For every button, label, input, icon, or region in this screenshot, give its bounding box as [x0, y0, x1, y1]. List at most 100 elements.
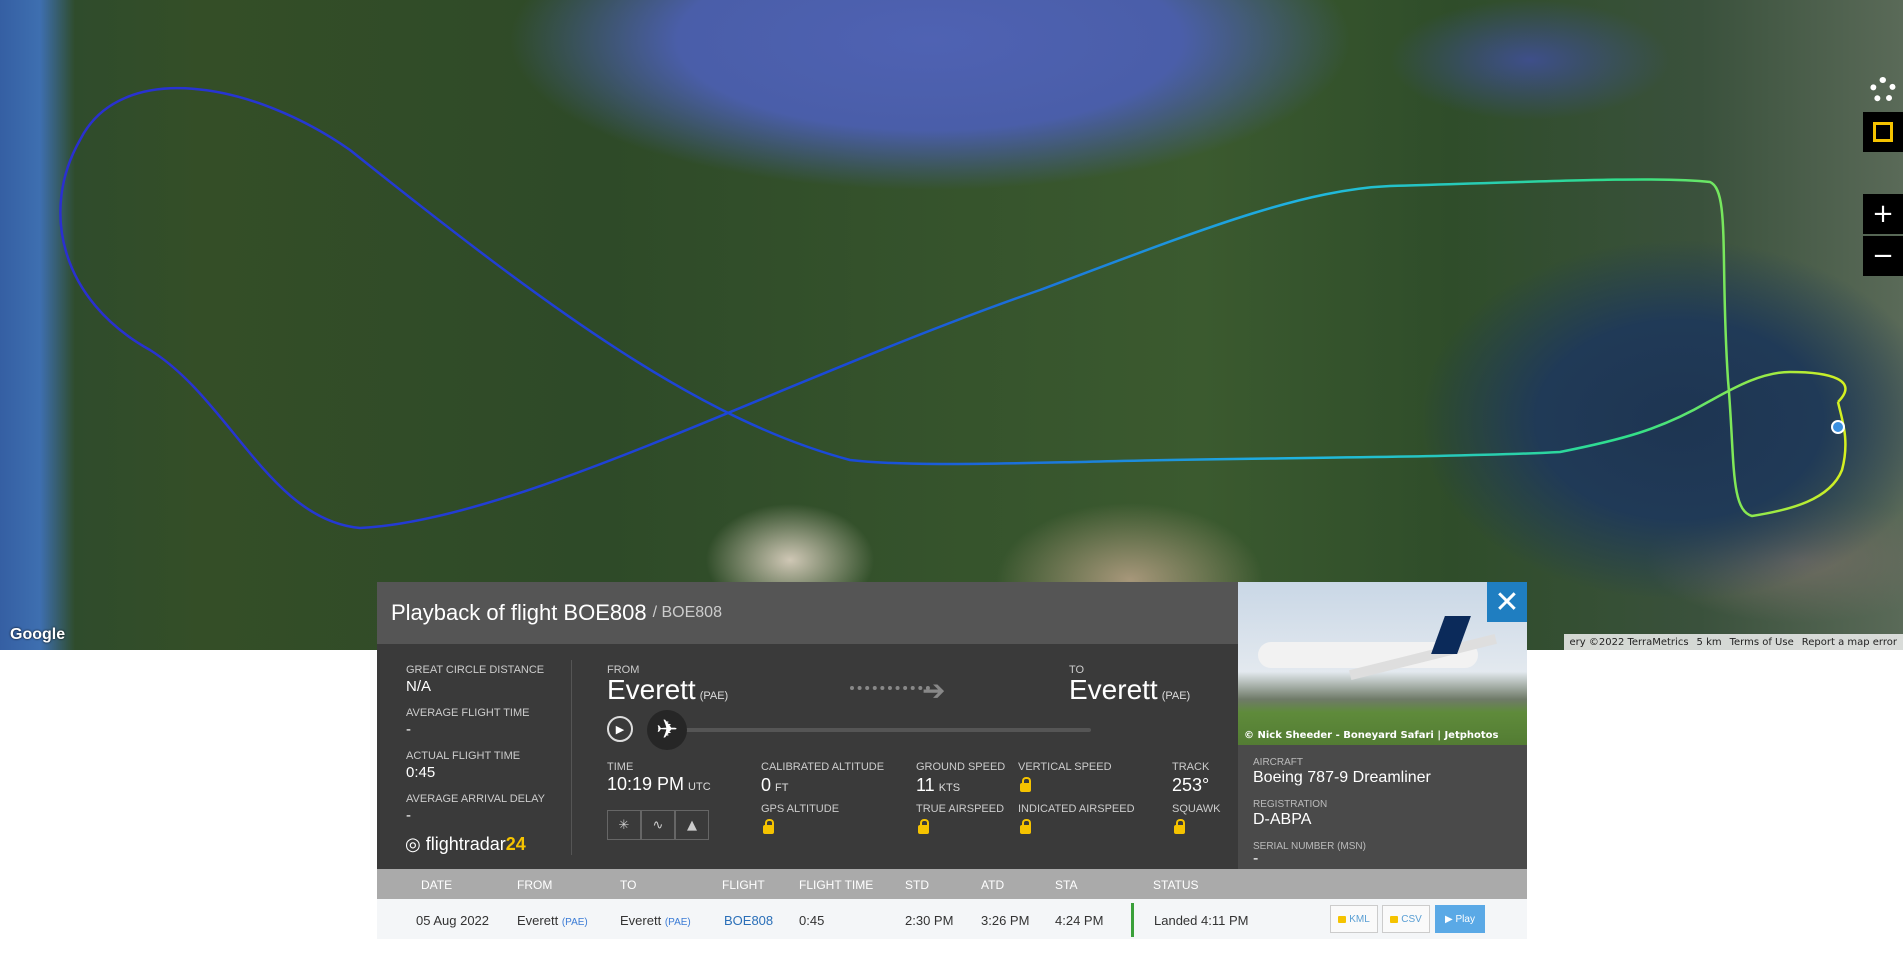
row-from: Everett (PAE)	[517, 913, 588, 928]
arrow-right-icon: ➔	[922, 674, 946, 707]
flight-map[interactable]: Google ery ©2022 TerraMetrics 5 km Terms…	[0, 0, 1903, 650]
flights-table-header: DATE FROM TO FLIGHT FLIGHT TIME STD ATD …	[377, 869, 1527, 899]
stat-label: GREAT CIRCLE DISTANCE	[406, 664, 545, 676]
from-code: (PAE)	[699, 690, 729, 702]
col-to: TO	[620, 878, 637, 892]
flightradar24-logo: ◎ flightradar24	[405, 834, 526, 855]
route-arrow-icon	[850, 686, 930, 692]
to-code: (PAE)	[1161, 690, 1191, 702]
lock-icon	[1390, 915, 1399, 923]
route-view-button[interactable]: ∿	[641, 810, 675, 840]
scale-label: 5 km	[1696, 636, 1722, 648]
row-flight-time: 0:45	[799, 913, 825, 928]
row-date: 05 Aug 2022	[416, 913, 490, 928]
csv-button[interactable]: CSV	[1382, 905, 1430, 933]
row-from-code[interactable]: (PAE)	[562, 917, 588, 928]
col-atd: ATD	[981, 878, 1005, 892]
col-status: STATUS	[1153, 878, 1199, 892]
lock-icon	[1338, 915, 1347, 923]
lock-icon	[1174, 819, 1185, 834]
chart-icon: ▲	[687, 817, 697, 833]
table-row[interactable]: 05 Aug 2022 Everett (PAE) Everett (PAE) …	[377, 899, 1527, 939]
row-atd: 3:26 PM	[981, 913, 1030, 928]
fullscreen-icon	[1873, 122, 1893, 142]
view-toggle-buttons: ✳ ∿ ▲	[607, 810, 709, 840]
time-value: 10:19 PM UTC	[607, 774, 711, 795]
col-sta: STA	[1055, 878, 1078, 892]
aircraft-photo[interactable]: © Nick Sheeder - Boneyard Safari | Jetph…	[1238, 582, 1527, 745]
stat-label: AVERAGE ARRIVAL DELAY	[406, 793, 545, 805]
track-label: TRACK	[1172, 761, 1210, 773]
true-airspeed-label: TRUE AIRSPEED	[916, 803, 1005, 815]
close-button[interactable]: ✕	[1487, 582, 1527, 622]
indicated-airspeed-label: INDICATED AIRSPEED	[1018, 803, 1135, 815]
brand-name: flightradar	[425, 834, 506, 854]
calibrated-altitude-value: 0 FT	[761, 775, 788, 796]
csv-label: CSV	[1401, 913, 1422, 925]
terms-link[interactable]: Terms of Use	[1730, 637, 1794, 648]
time-text: 10:19 PM	[607, 774, 685, 794]
track-value: 253°	[1172, 775, 1210, 795]
row-to: Everett (PAE)	[620, 913, 691, 928]
time-label: TIME	[607, 761, 634, 773]
col-from: FROM	[517, 878, 553, 892]
registration-label: REGISTRATION	[1253, 799, 1328, 810]
serial-label: SERIAL NUMBER (MSN)	[1253, 841, 1366, 852]
kml-button[interactable]: KML	[1330, 905, 1378, 933]
playback-panel: Playback of flight BOE808 / BOE808 GREAT…	[377, 582, 1527, 954]
serial-value: -	[1253, 850, 1259, 867]
play-icon: ▶	[615, 722, 625, 736]
panel-subtitle: / BOE808	[652, 604, 722, 621]
to-city: Everett	[1069, 674, 1158, 705]
row-sta: 4:24 PM	[1055, 913, 1104, 928]
report-error-link[interactable]: Report a map error	[1802, 637, 1897, 648]
gear-icon	[1870, 77, 1896, 103]
squawk-label: SQUAWK	[1172, 803, 1221, 815]
center-view-button[interactable]: ✳	[607, 810, 641, 840]
timeline-plane-handle[interactable]: ✈	[647, 710, 687, 750]
ground-speed-unit: KTS	[938, 782, 961, 794]
lock-icon	[1020, 777, 1031, 792]
calibrated-altitude-label: CALIBRATED ALTITUDE	[761, 761, 885, 773]
fullscreen-button[interactable]	[1863, 112, 1903, 152]
imagery-credit: ery ©2022 TerraMetrics	[1569, 636, 1689, 648]
lock-icon	[1020, 819, 1031, 834]
zoom-in-button[interactable]: +	[1863, 194, 1903, 234]
stat-value: 0:45	[406, 764, 436, 781]
settings-button[interactable]	[1863, 70, 1903, 110]
ground-speed-value: 11 KTS	[916, 775, 960, 796]
brand-number: 24	[505, 834, 526, 854]
row-flight-link[interactable]: BOE808	[724, 913, 773, 928]
row-from-city: Everett	[517, 913, 559, 928]
google-logo: Google	[10, 626, 66, 643]
playback-timeline[interactable]	[657, 728, 1091, 732]
registration-value: D-ABPA	[1253, 811, 1312, 828]
radar-icon: ◎	[405, 834, 421, 854]
calibrated-altitude-unit: FT	[775, 782, 789, 794]
close-icon: ✕	[1494, 584, 1520, 620]
aircraft-info: © Nick Sheeder - Boneyard Safari | Jetph…	[1238, 582, 1527, 869]
map-credits: ery ©2022 TerraMetrics 5 km Terms of Use…	[1563, 634, 1903, 650]
to-airport: Everett (PAE)	[1069, 674, 1190, 706]
gps-altitude-label: GPS ALTITUDE	[761, 803, 840, 815]
stat-value: N/A	[406, 678, 432, 695]
zoom-out-button[interactable]: −	[1863, 236, 1903, 276]
play-flight-button[interactable]: ▶ Play	[1435, 905, 1485, 933]
graph-view-button[interactable]: ▲	[675, 810, 709, 840]
col-flight: FLIGHT	[722, 878, 765, 892]
aircraft-label: AIRCRAFT	[1253, 757, 1303, 768]
stat-value: -	[406, 721, 411, 738]
vertical-speed-label: VERTICAL SPEED	[1018, 761, 1112, 773]
col-flight-time: FLIGHT TIME	[799, 878, 874, 892]
col-date: DATE	[421, 878, 453, 892]
route-icon: ∿	[652, 817, 664, 833]
flight-details: GREAT CIRCLE DISTANCE N/A AVERAGE FLIGHT…	[377, 644, 1238, 869]
time-unit: UTC	[688, 781, 711, 793]
ground-speed-number: 11	[916, 775, 935, 795]
from-city: Everett	[607, 674, 696, 705]
photo-credit[interactable]: © Nick Sheeder - Boneyard Safari | Jetph…	[1244, 730, 1499, 741]
divider	[571, 660, 572, 855]
row-to-code[interactable]: (PAE)	[665, 917, 691, 928]
play-button[interactable]: ▶	[607, 716, 633, 742]
panel-header: Playback of flight BOE808 / BOE808	[377, 582, 1238, 644]
